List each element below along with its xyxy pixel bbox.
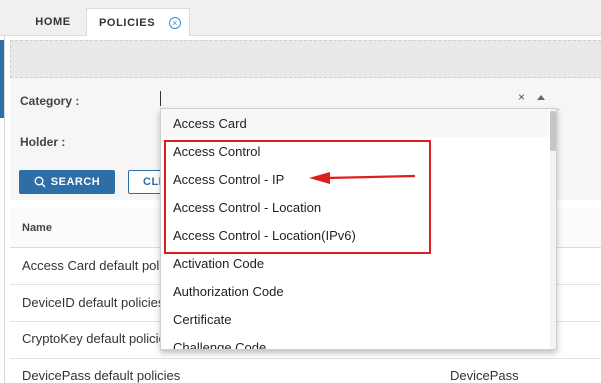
table-cell-name: DevicePass default policies	[22, 368, 181, 383]
table-cell-name: DeviceID default policies	[22, 295, 165, 310]
left-divider	[4, 36, 5, 383]
tab-home[interactable]: HOME	[22, 8, 84, 36]
clear-selection-icon[interactable]: ×	[518, 90, 525, 104]
category-label: Category :	[20, 94, 80, 108]
option-label: Certificate	[173, 311, 232, 327]
close-icon[interactable]: ×	[169, 17, 181, 29]
dropdown-option[interactable]: Access Card	[161, 109, 549, 137]
option-label: Authorization Code	[173, 283, 284, 299]
tab-policies-label: POLICIES	[99, 16, 156, 29]
dropdown-option[interactable]: Challenge Code	[161, 333, 549, 350]
dropdown-option[interactable]: Certificate	[161, 305, 549, 333]
tab-home-label: HOME	[35, 16, 71, 28]
annotation-highlight-box	[164, 140, 431, 254]
option-label: Activation Code	[173, 255, 265, 271]
table-cell-type: DevicePass	[450, 368, 519, 383]
column-header-name[interactable]: Name	[22, 222, 52, 234]
table-cell-name: CryptoKey default policies	[22, 331, 173, 346]
dropdown-option[interactable]: Authorization Code	[161, 277, 549, 305]
chevron-up-icon[interactable]	[537, 95, 545, 100]
option-label: Access Card	[173, 115, 247, 131]
dropdown-scrollbar-thumb[interactable]	[550, 111, 556, 151]
category-input[interactable]	[160, 90, 560, 110]
toolbar-strip	[10, 40, 601, 78]
option-label: Challenge Code	[173, 339, 267, 350]
search-icon	[34, 176, 46, 188]
search-button[interactable]: SEARCH	[19, 170, 115, 194]
text-caret	[160, 91, 161, 106]
tab-policies[interactable]: POLICIES ×	[86, 8, 190, 36]
search-button-label: SEARCH	[50, 176, 101, 188]
holder-label: Holder :	[20, 135, 66, 149]
